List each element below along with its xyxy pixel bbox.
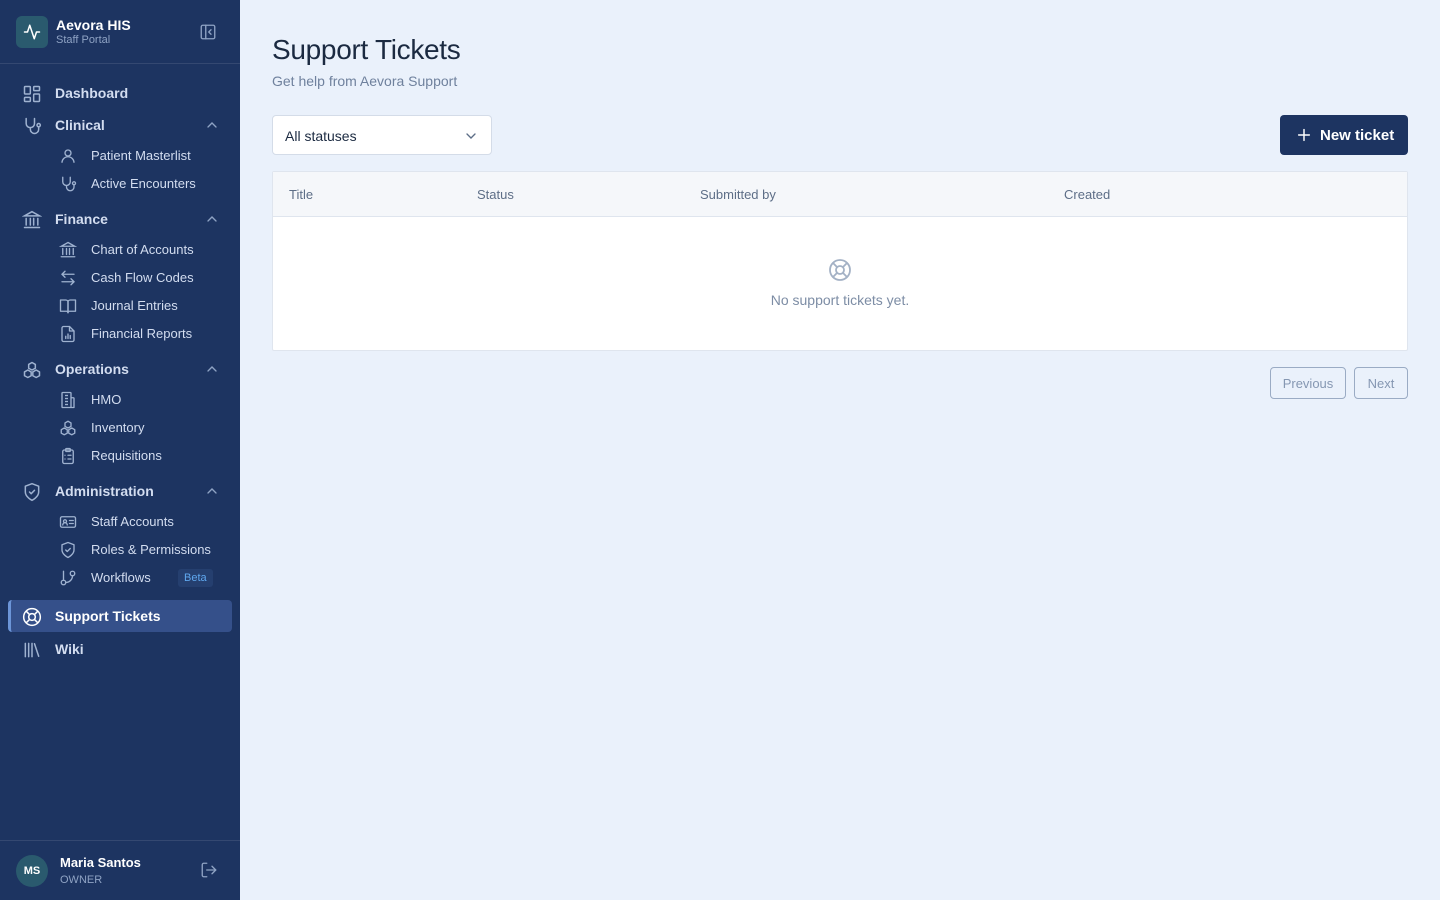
nav-patient-masterlist[interactable]: Patient Masterlist bbox=[8, 142, 232, 170]
chevron-up-icon bbox=[204, 211, 220, 227]
nav-roles-permissions[interactable]: Roles & Permissions bbox=[8, 536, 232, 564]
user-role: OWNER bbox=[60, 874, 103, 886]
user-name: Maria Santos bbox=[60, 855, 141, 870]
user-profile: MS Maria Santos OWNER bbox=[0, 840, 240, 900]
nav-workflows-label: Workflows bbox=[91, 570, 151, 585]
page-title: Support Tickets bbox=[272, 34, 461, 65]
nav-dashboard-label: Dashboard bbox=[55, 85, 129, 101]
nav-finance[interactable]: Finance bbox=[8, 203, 232, 235]
nav-active-encounters[interactable]: Active Encounters bbox=[8, 170, 232, 198]
next-page-button[interactable]: Next bbox=[1354, 367, 1408, 399]
nav-staff-accounts-label: Staff Accounts bbox=[91, 514, 174, 529]
nav-workflows[interactable]: Workflows Beta bbox=[8, 564, 232, 592]
table-header: Title Status Submitted by Created bbox=[273, 172, 1407, 217]
chevron-up-icon bbox=[204, 117, 220, 133]
building-icon bbox=[59, 391, 77, 409]
stethoscope-icon bbox=[22, 116, 42, 136]
id-card-icon bbox=[59, 513, 77, 531]
chevron-up-icon bbox=[204, 483, 220, 499]
user-icon bbox=[59, 147, 77, 165]
chevron-down-icon bbox=[463, 128, 479, 144]
nav-active-encounters-label: Active Encounters bbox=[91, 176, 196, 191]
nav-roles-permissions-label: Roles & Permissions bbox=[91, 542, 211, 557]
nav-cash-flow-codes[interactable]: Cash Flow Codes bbox=[8, 264, 232, 292]
nav-support-tickets[interactable]: Support Tickets bbox=[8, 600, 232, 632]
beta-badge: Beta bbox=[178, 569, 213, 587]
nav-operations[interactable]: Operations bbox=[8, 353, 232, 385]
boxes-icon bbox=[22, 360, 42, 380]
nav-patient-masterlist-label: Patient Masterlist bbox=[91, 148, 191, 163]
collapse-sidebar-icon[interactable] bbox=[198, 22, 218, 42]
nav-requisitions-label: Requisitions bbox=[91, 448, 162, 463]
nav-chart-of-accounts[interactable]: Chart of Accounts bbox=[8, 236, 232, 264]
sidebar: Aevora HIS Staff Portal Dashboard Clinic… bbox=[0, 0, 240, 900]
dashboard-icon bbox=[22, 84, 42, 104]
tickets-table: Title Status Submitted by Created No sup… bbox=[272, 171, 1408, 351]
nav-financial-reports[interactable]: Financial Reports bbox=[8, 320, 232, 348]
nav-hmo-label: HMO bbox=[91, 392, 122, 407]
stethoscope-icon bbox=[59, 175, 77, 193]
nav-journal-entries[interactable]: Journal Entries bbox=[8, 292, 232, 320]
avatar[interactable]: MS bbox=[16, 855, 48, 887]
shield-check-icon bbox=[59, 541, 77, 559]
arrows-exchange-icon bbox=[59, 269, 77, 287]
page-subtitle: Get help from Aevora Support bbox=[272, 73, 458, 89]
brand-header: Aevora HIS Staff Portal bbox=[0, 0, 240, 64]
nav-wiki[interactable]: Wiki bbox=[8, 633, 232, 665]
nav-cash-flow-codes-label: Cash Flow Codes bbox=[91, 270, 194, 285]
nav-hmo[interactable]: HMO bbox=[8, 386, 232, 414]
nav-operations-label: Operations bbox=[55, 361, 129, 377]
column-submitted-by[interactable]: Submitted by bbox=[700, 187, 776, 202]
nav-administration-label: Administration bbox=[55, 483, 154, 499]
boxes-icon bbox=[59, 419, 77, 437]
library-icon bbox=[22, 640, 42, 660]
nav-inventory[interactable]: Inventory bbox=[8, 414, 232, 442]
plus-icon bbox=[1296, 127, 1312, 143]
nav-clinical[interactable]: Clinical bbox=[8, 109, 232, 141]
git-branch-icon bbox=[59, 569, 77, 587]
nav-administration[interactable]: Administration bbox=[8, 475, 232, 507]
nav-requisitions[interactable]: Requisitions bbox=[8, 442, 232, 470]
status-filter-select[interactable]: All statuses bbox=[272, 115, 492, 155]
nav-staff-accounts[interactable]: Staff Accounts bbox=[8, 508, 232, 536]
shield-check-icon bbox=[22, 482, 42, 502]
life-buoy-icon bbox=[828, 258, 852, 282]
nav-journal-entries-label: Journal Entries bbox=[91, 298, 178, 313]
activity-icon bbox=[16, 16, 48, 48]
app-subtitle: Staff Portal bbox=[56, 34, 111, 46]
chevron-up-icon bbox=[204, 361, 220, 377]
bank-icon bbox=[21, 210, 43, 230]
nav-dashboard[interactable]: Dashboard bbox=[8, 77, 232, 109]
logout-icon[interactable] bbox=[200, 861, 220, 881]
nav-clinical-label: Clinical bbox=[55, 117, 105, 133]
nav-finance-label: Finance bbox=[55, 211, 108, 227]
new-ticket-button[interactable]: New ticket bbox=[1280, 115, 1408, 155]
app-name: Aevora HIS bbox=[56, 17, 131, 33]
nav-wiki-label: Wiki bbox=[55, 641, 84, 657]
book-open-icon bbox=[59, 297, 77, 315]
status-filter-value: All statuses bbox=[285, 128, 357, 144]
column-created[interactable]: Created bbox=[1064, 187, 1110, 202]
nav-inventory-label: Inventory bbox=[91, 420, 145, 435]
life-buoy-icon bbox=[22, 607, 42, 627]
new-ticket-label: New ticket bbox=[1320, 127, 1395, 144]
column-status[interactable]: Status bbox=[477, 187, 514, 202]
file-chart-icon bbox=[59, 325, 77, 343]
previous-page-button[interactable]: Previous bbox=[1270, 367, 1346, 399]
nav-support-tickets-label: Support Tickets bbox=[55, 608, 161, 624]
empty-state-message: No support tickets yet. bbox=[770, 292, 910, 308]
column-title[interactable]: Title bbox=[289, 187, 313, 202]
nav-chart-of-accounts-label: Chart of Accounts bbox=[91, 242, 194, 257]
clipboard-list-icon bbox=[59, 447, 77, 465]
nav-financial-reports-label: Financial Reports bbox=[91, 326, 193, 341]
bank-icon bbox=[58, 241, 78, 259]
